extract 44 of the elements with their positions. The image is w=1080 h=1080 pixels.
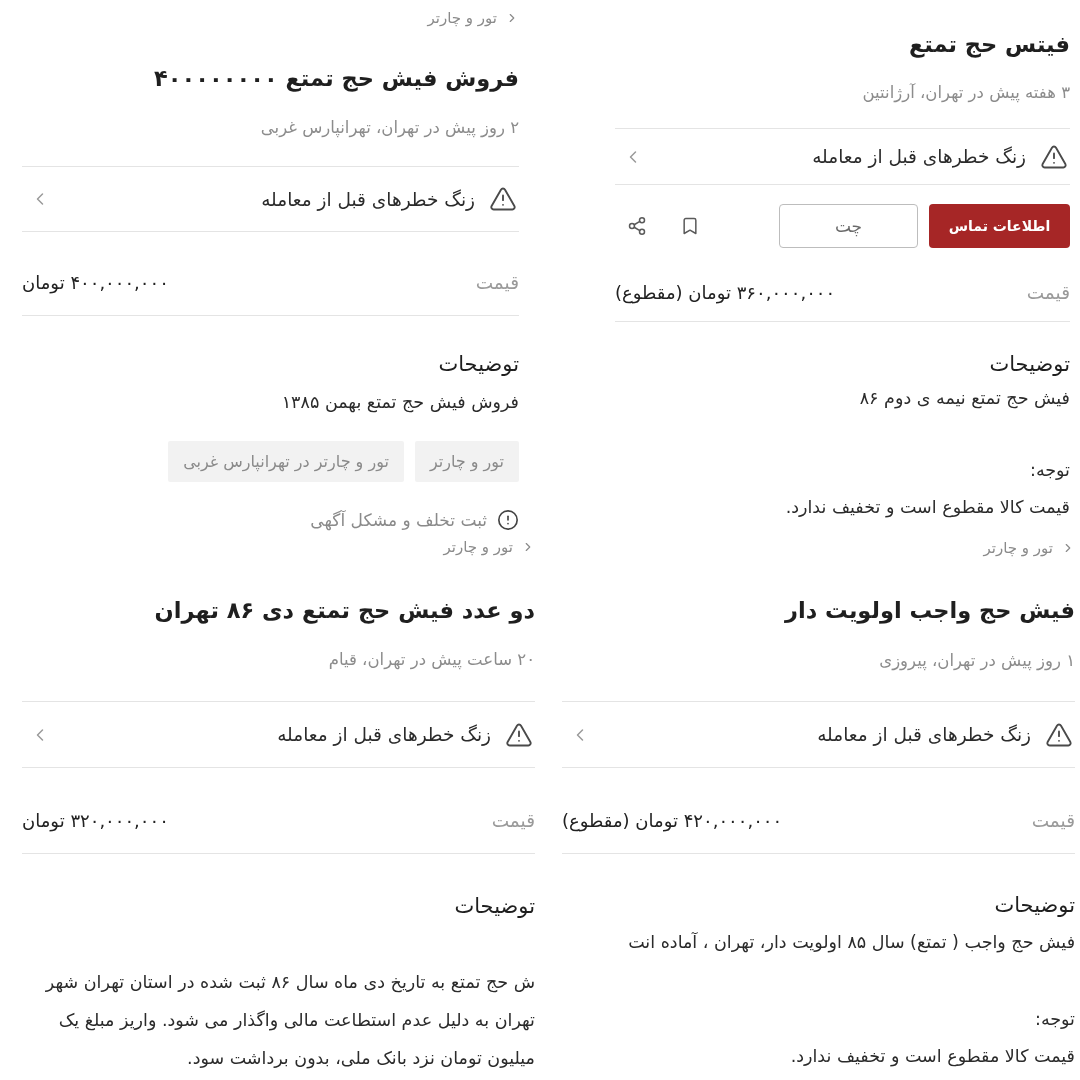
description-text: فیش حج واجب ( تمتع) سال ۸۵ اولویت دار، تهران ، آماده انت — [627, 931, 1075, 955]
listing-meta: ۲ روز پیش در تهران، تهرانپارس غربی — [259, 117, 519, 140]
safety-tips-button[interactable]: زنگ خطرهای قبل از معامله — [562, 702, 1075, 767]
breadcrumb-link[interactable]: تور و چارتر — [427, 8, 519, 28]
warning-icon — [489, 185, 517, 213]
breadcrumb-link[interactable]: تور و چارتر — [983, 538, 1075, 558]
price-value: ۴۲۰,۰۰۰,۰۰۰ تومان (مقطوع) — [562, 809, 783, 834]
contact-info-button[interactable]: اطلاعات تماس — [929, 204, 1070, 248]
description-heading: توضیحات — [993, 892, 1075, 919]
category-tag[interactable]: تور و چارتر — [414, 441, 519, 482]
note-text: قیمت کالا مقطوع است و تخفیف ندارد. — [784, 496, 1070, 520]
report-link[interactable]: ثبت تخلف و مشکل آگهی — [310, 508, 519, 532]
bookmark-icon[interactable] — [680, 216, 700, 236]
description-text: ش حج تمتع به تاریخ دی ماه سال ۸۶ ثبت شده در استان تهران شهر تهران به دلیل عدم استطاعت مالی واگذار می شود. واریز مبلغ یک میلیون تومان نزد بانک ملی، بدون برداشت سود. — [44, 971, 535, 1071]
description-text: فیش حج تمتع نیمه ی دوم ۸۶ — [858, 387, 1070, 411]
description-heading: توضیحات — [988, 351, 1070, 378]
description-heading: توضیحات — [453, 893, 535, 920]
safety-tips-button[interactable]: زنگ خطرهای قبل از معامله — [22, 702, 535, 767]
listing-title: فیش حج واجب اولویت دار — [783, 596, 1075, 626]
note-label: توجه: — [1029, 459, 1070, 482]
category-tag[interactable]: تور و چارتر در تهرانپارس غربی — [168, 441, 404, 482]
note-text: قیمت کالا مقطوع است و تخفیف ندارد. — [789, 1045, 1075, 1069]
price-label: قیمت — [475, 271, 519, 295]
listing-meta: ۳ هفته پیش در تهران، آرژانتین — [861, 82, 1070, 105]
price-label: قیمت — [491, 809, 535, 833]
listing-title: دو عدد فیش حج تمتع دی ۸۶ تهران — [153, 596, 535, 626]
listing-meta: ۲۰ ساعت پیش در تهران، قیام — [327, 649, 535, 672]
breadcrumb-link[interactable]: تور و چارتر — [443, 537, 535, 557]
note-label: توجه: — [1034, 1008, 1075, 1031]
listing-title: فیتس حج تمتع — [907, 30, 1070, 60]
price-value: ۳۲۰,۰۰۰,۰۰۰ تومان — [22, 809, 169, 834]
safety-tips-button[interactable]: زنگ خطرهای قبل از معامله — [615, 129, 1070, 184]
price-value: ۳۶۰,۰۰۰,۰۰۰ تومان (مقطوع) — [615, 281, 836, 306]
share-icon[interactable] — [627, 216, 647, 236]
listing-meta: ۱ روز پیش در تهران، پیروزی — [878, 650, 1075, 673]
listing-title: فروش فیش حج تمتع ۴۰۰۰۰۰۰۰۰ — [153, 64, 519, 94]
price-label: قیمت — [1031, 809, 1075, 833]
price-label: قیمت — [1026, 281, 1070, 305]
alert-icon — [497, 509, 519, 531]
description-text: فروش فیش حج تمتع بهمن ۱۳۸۵ — [280, 391, 519, 415]
chat-button[interactable]: چت — [779, 204, 918, 248]
description-heading: توضیحات — [437, 351, 519, 378]
safety-tips-button[interactable]: زنگ خطرهای قبل از معامله — [22, 167, 519, 231]
price-value: ۴۰۰,۰۰۰,۰۰۰ تومان — [22, 271, 169, 296]
